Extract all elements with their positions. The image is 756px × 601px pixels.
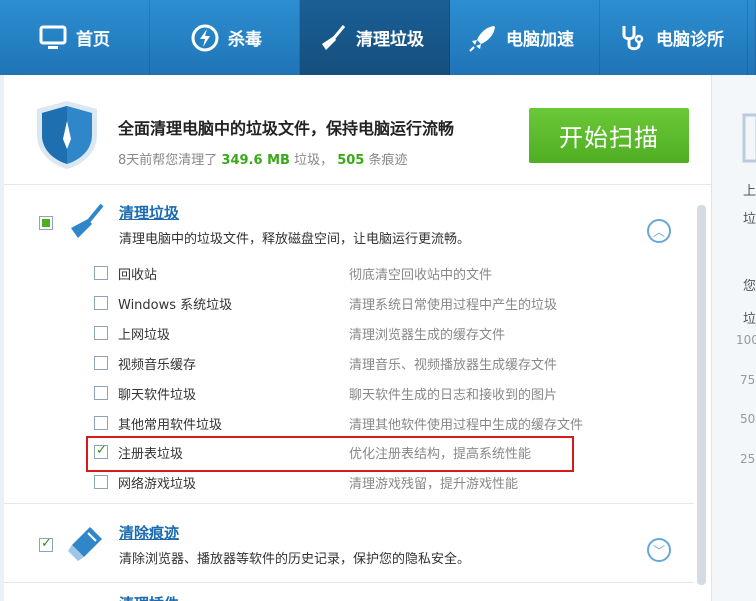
list-item[interactable]: 其他常用软件垃圾 清理其他软件使用过程中生成的缓存文件 bbox=[94, 413, 674, 433]
item-checkbox[interactable] bbox=[94, 326, 108, 340]
axis-tick: 75 bbox=[740, 373, 756, 387]
tab-clinic[interactable]: 电脑诊所 bbox=[600, 0, 748, 75]
item-checkbox[interactable] bbox=[94, 266, 108, 280]
tab-antivirus[interactable]: 杀毒 bbox=[150, 0, 300, 75]
item-desc: 清理系统日常使用过程中产生的垃圾 bbox=[349, 298, 558, 313]
item-label: 其他常用软件垃圾 bbox=[118, 418, 223, 433]
item-desc: 清理游戏残留，提升游戏性能 bbox=[349, 477, 519, 492]
sub-prefix: 8天前帮您清理了 bbox=[118, 153, 218, 168]
broom-icon bbox=[71, 203, 104, 238]
list-item[interactable]: 聊天软件垃圾 聊天软件生成的日志和接收到的图片 bbox=[94, 383, 674, 403]
list-item[interactable]: Windows 系统垃圾 清理系统日常使用过程中产生的垃圾 bbox=[94, 293, 674, 313]
document-icon bbox=[742, 113, 756, 163]
item-checkbox[interactable] bbox=[94, 386, 108, 400]
sub-mid: 垃圾， bbox=[294, 153, 334, 168]
section-clean-junk-title[interactable]: 清理垃圾 bbox=[119, 202, 179, 223]
header-subtitle: 8天前帮您清理了 349.6 MB 垃圾， 505 条痕迹 bbox=[118, 149, 408, 168]
trace-count: 505 bbox=[337, 153, 365, 168]
list-item[interactable]: 回收站 彻底清空回收站中的文件 bbox=[94, 263, 674, 283]
item-label: 上网垃圾 bbox=[118, 328, 171, 343]
broom-icon bbox=[318, 23, 348, 53]
axis-tick: 50 bbox=[740, 412, 756, 426]
shield-icon bbox=[37, 101, 97, 169]
right-panel: 上 垃 您 垃 100 75 50 25 bbox=[711, 75, 756, 601]
cleaned-size: 349.6 MB bbox=[221, 153, 290, 168]
item-checkbox[interactable] bbox=[94, 296, 108, 310]
collapse-up-icon[interactable]: ︿ bbox=[647, 219, 671, 243]
tab-speedup-label: 电脑加速 bbox=[506, 30, 574, 50]
item-checkbox[interactable] bbox=[94, 416, 108, 430]
item-checkbox[interactable] bbox=[94, 475, 108, 489]
section-clear-traces-title[interactable]: 清除痕迹 bbox=[119, 522, 179, 543]
tab-clean-junk-label: 清理垃圾 bbox=[356, 30, 424, 50]
stethoscope-icon bbox=[618, 23, 648, 53]
tab-more[interactable] bbox=[748, 0, 756, 75]
item-desc: 清理音乐、视频播放器生成缓存文件 bbox=[349, 358, 558, 373]
monitor-icon bbox=[38, 23, 68, 53]
item-label: 视频音乐缓存 bbox=[118, 358, 197, 373]
item-desc: 清理浏览器生成的缓存文件 bbox=[349, 328, 506, 343]
axis-tick: 100 bbox=[736, 333, 756, 347]
main-panel: 全面清理电脑中的垃圾文件，保持电脑运行流畅 8天前帮您清理了 349.6 MB … bbox=[4, 75, 711, 601]
item-checkbox[interactable] bbox=[94, 356, 108, 370]
clean-header: 全面清理电脑中的垃圾文件，保持电脑运行流畅 8天前帮您清理了 349.6 MB … bbox=[4, 75, 711, 185]
right-text: 垃 bbox=[743, 212, 756, 227]
expand-down-icon[interactable]: ﹀ bbox=[647, 538, 671, 562]
right-text: 上 bbox=[743, 184, 756, 199]
eraser-icon bbox=[68, 527, 102, 561]
section-clean-junk-checkbox[interactable] bbox=[39, 216, 53, 230]
scrollbar[interactable] bbox=[697, 205, 706, 585]
top-navigation: 首页 杀毒 清理垃圾 电脑加速 电脑诊所 bbox=[0, 0, 756, 75]
list-item[interactable]: 上网垃圾 清理浏览器生成的缓存文件 bbox=[94, 323, 674, 343]
header-title: 全面清理电脑中的垃圾文件，保持电脑运行流畅 bbox=[118, 119, 455, 138]
sub-suffix: 条痕迹 bbox=[368, 153, 408, 168]
lightning-icon bbox=[190, 23, 220, 53]
item-desc: 彻底清空回收站中的文件 bbox=[349, 268, 493, 283]
item-desc: 清理其他软件使用过程中生成的缓存文件 bbox=[349, 418, 584, 433]
axis-tick: 25 bbox=[740, 452, 756, 466]
list-item[interactable]: 网络游戏垃圾 清理游戏残留，提升游戏性能 bbox=[94, 472, 674, 492]
right-text: 您 bbox=[743, 279, 756, 294]
item-desc: 聊天软件生成的日志和接收到的图片 bbox=[349, 388, 558, 403]
tab-home-label: 首页 bbox=[76, 30, 110, 50]
section-clear-traces: 清除痕迹 清除浏览器、播放器等软件的历史记录，保护您的隐私安全。 ﹀ bbox=[4, 505, 694, 583]
section-clear-traces-checkbox[interactable] bbox=[39, 536, 53, 552]
tab-home[interactable]: 首页 bbox=[0, 0, 150, 75]
right-text: 垃 bbox=[743, 312, 756, 327]
section-clean-junk-desc: 清理电脑中的垃圾文件，释放磁盘空间，让电脑运行更流畅。 bbox=[119, 232, 471, 247]
tab-antivirus-label: 杀毒 bbox=[228, 30, 262, 50]
rocket-icon bbox=[468, 23, 498, 53]
item-label: Windows 系统垃圾 bbox=[118, 298, 233, 313]
scrollbar-thumb[interactable] bbox=[697, 205, 706, 585]
item-label: 聊天软件垃圾 bbox=[118, 388, 197, 403]
item-label: 回收站 bbox=[118, 268, 158, 283]
item-label: 网络游戏垃圾 bbox=[118, 477, 197, 492]
tab-speedup[interactable]: 电脑加速 bbox=[450, 0, 600, 75]
highlight-annotation bbox=[86, 436, 574, 472]
start-scan-button[interactable]: 开始扫描 bbox=[529, 108, 689, 163]
section-clean-plugins-title[interactable]: 清理插件 bbox=[119, 593, 179, 601]
tab-clean-junk[interactable]: 清理垃圾 bbox=[300, 0, 450, 75]
list-item[interactable]: 视频音乐缓存 清理音乐、视频播放器生成缓存文件 bbox=[94, 353, 674, 373]
tab-clinic-label: 电脑诊所 bbox=[656, 30, 724, 50]
section-clear-traces-desc: 清除浏览器、播放器等软件的历史记录，保护您的隐私安全。 bbox=[119, 552, 471, 567]
